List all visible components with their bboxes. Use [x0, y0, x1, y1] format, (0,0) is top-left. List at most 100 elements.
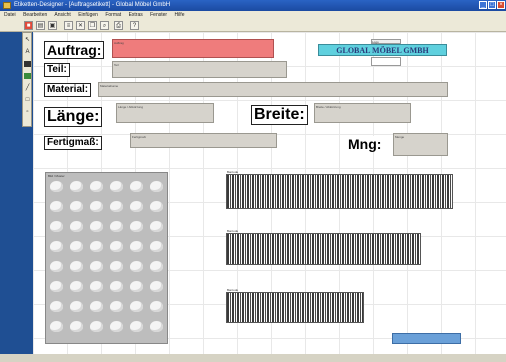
- pattern-cell: [50, 201, 63, 212]
- pattern-cell: [110, 301, 123, 312]
- pattern-cell: [90, 321, 103, 332]
- tool-palette: ↖ A ╱ □ ▫: [22, 32, 32, 127]
- pattern-cell: [70, 201, 83, 212]
- barcode-3[interactable]: [226, 292, 364, 323]
- menu-bearbeiten[interactable]: Bearbeiten: [23, 12, 47, 18]
- pattern-cell: [110, 221, 123, 232]
- material-label: Material:: [44, 83, 92, 97]
- pattern-cell: [70, 221, 83, 232]
- menu-extras[interactable]: Extras: [129, 12, 143, 18]
- teil-field[interactable]: Teil: [112, 61, 287, 78]
- pattern-cell: [90, 201, 103, 212]
- pointer-icon[interactable]: ↖: [24, 37, 31, 43]
- pattern-cell: [130, 181, 143, 192]
- toolbar: ■ ▤ ▣ ≡ ✕ ❐ ⌕ ⎙ ?: [0, 19, 506, 32]
- pattern-cell: [150, 181, 163, 192]
- pattern-cell: [110, 241, 123, 252]
- desktop-edge: [0, 32, 12, 357]
- close-button[interactable]: ×: [497, 1, 505, 9]
- teil-field-tag: Teil: [114, 63, 119, 67]
- pattern-cell: [110, 281, 123, 292]
- pattern-cell: [110, 201, 123, 212]
- text-icon[interactable]: A: [24, 49, 31, 55]
- pattern-cell: [150, 281, 163, 292]
- auftrag-field[interactable]: Auftrag: [112, 39, 274, 58]
- material-field-tag: Materialname: [100, 84, 119, 88]
- image-icon[interactable]: ▫: [24, 109, 31, 115]
- breite-field[interactable]: Breite / Abkürzung: [314, 103, 411, 123]
- menu-ansicht[interactable]: Ansicht: [54, 12, 70, 18]
- auftrag-field-tag: Auftrag: [114, 41, 124, 45]
- menu-fenster[interactable]: Fenster: [150, 12, 167, 18]
- rectangle-icon[interactable]: [24, 61, 31, 67]
- pattern-cell: [110, 181, 123, 192]
- pattern-cell: [90, 261, 103, 272]
- fertigmass-field[interactable]: Fertigmaß: [130, 133, 277, 148]
- pattern-cell: [90, 301, 103, 312]
- barcode-icon[interactable]: [24, 73, 31, 79]
- menu-format[interactable]: Format: [105, 12, 121, 18]
- frame-icon[interactable]: □: [24, 97, 31, 103]
- menu-hilfe[interactable]: Hilfe: [174, 12, 184, 18]
- pattern-cell: [150, 201, 163, 212]
- company-logo[interactable]: GLOBAL MÖBEL GMBH: [318, 44, 447, 56]
- mng-field-tag: Menge: [395, 135, 405, 139]
- line-icon[interactable]: ╱: [24, 85, 31, 91]
- pattern-cell: [150, 321, 163, 332]
- app-icon: [3, 2, 11, 9]
- maximize-button[interactable]: □: [488, 1, 496, 9]
- pattern-cell: [110, 321, 123, 332]
- pattern-cell: [130, 301, 143, 312]
- pattern-cell: [90, 181, 103, 192]
- pattern-cell: [130, 321, 143, 332]
- open-icon[interactable]: ▤: [36, 21, 45, 30]
- pattern-cell: [150, 221, 163, 232]
- pattern-cell: [90, 221, 103, 232]
- align-icon[interactable]: ≡: [64, 21, 73, 30]
- material-field[interactable]: Materialname: [98, 82, 448, 97]
- pattern-cell: [150, 261, 163, 272]
- auftrag-label: Auftrag:: [44, 41, 105, 59]
- pattern-cell: [70, 321, 83, 332]
- title-bar: Etiketten-Designer - [Auftragsetikett] -…: [0, 0, 506, 11]
- pattern-cell: [150, 241, 163, 252]
- save-icon[interactable]: ▣: [48, 21, 57, 30]
- cut-icon[interactable]: ✕: [76, 21, 85, 30]
- pattern-cell: [130, 221, 143, 232]
- pattern-cell: [70, 241, 83, 252]
- pattern-cell: [50, 261, 63, 272]
- pattern-cell: [50, 321, 63, 332]
- mng-label: Mng:: [346, 136, 384, 152]
- mng-field[interactable]: Menge: [393, 133, 448, 156]
- minimize-button[interactable]: _: [479, 1, 487, 9]
- pattern-cell: [50, 221, 63, 232]
- new-icon[interactable]: ■: [24, 21, 33, 30]
- pattern-image[interactable]: Bild / Muster: [45, 172, 168, 344]
- menu-einfuegen[interactable]: Einfügen: [78, 12, 98, 18]
- pattern-cell: [90, 241, 103, 252]
- pattern-label: Bild / Muster: [48, 174, 65, 178]
- pattern-cell: [130, 281, 143, 292]
- pattern-cell: [50, 301, 63, 312]
- pattern-cell: [110, 261, 123, 272]
- laenge-field-tag: Länge / Abkürzung: [118, 105, 144, 109]
- fertigmass-field-tag: Fertigmaß: [132, 135, 146, 139]
- status-bar: [0, 354, 506, 362]
- pattern-cell: [130, 261, 143, 272]
- print-icon[interactable]: ⎙: [114, 21, 123, 30]
- laenge-label: Länge:: [44, 107, 103, 127]
- menu-datei[interactable]: Datei: [4, 12, 16, 18]
- pattern-cell: [70, 301, 83, 312]
- blue-field[interactable]: [392, 333, 461, 344]
- pattern-cell: [70, 181, 83, 192]
- barcode-1[interactable]: [226, 174, 453, 209]
- barcode-2[interactable]: [226, 233, 421, 265]
- menu-bar: Datei Bearbeiten Ansicht Einfügen Format…: [0, 11, 506, 19]
- laenge-field[interactable]: Länge / Abkürzung: [116, 103, 214, 123]
- copy-icon[interactable]: ❐: [88, 21, 97, 30]
- help-icon[interactable]: ?: [130, 21, 139, 30]
- logo-graphic: [371, 57, 401, 66]
- pattern-cell: [50, 281, 63, 292]
- zoom-icon[interactable]: ⌕: [100, 21, 109, 30]
- pattern-cell: [50, 241, 63, 252]
